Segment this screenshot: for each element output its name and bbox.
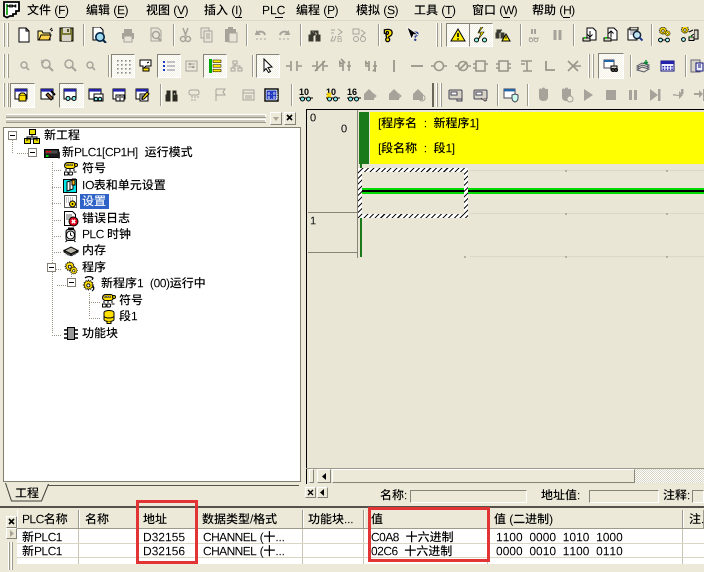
svg-text:?: ? (384, 27, 393, 43)
svg-text:10: 10 (299, 87, 309, 97)
svg-text:0.02: 0.02 (268, 95, 279, 101)
svg-text:16: 16 (347, 87, 357, 97)
svg-text:B: B (337, 35, 342, 43)
